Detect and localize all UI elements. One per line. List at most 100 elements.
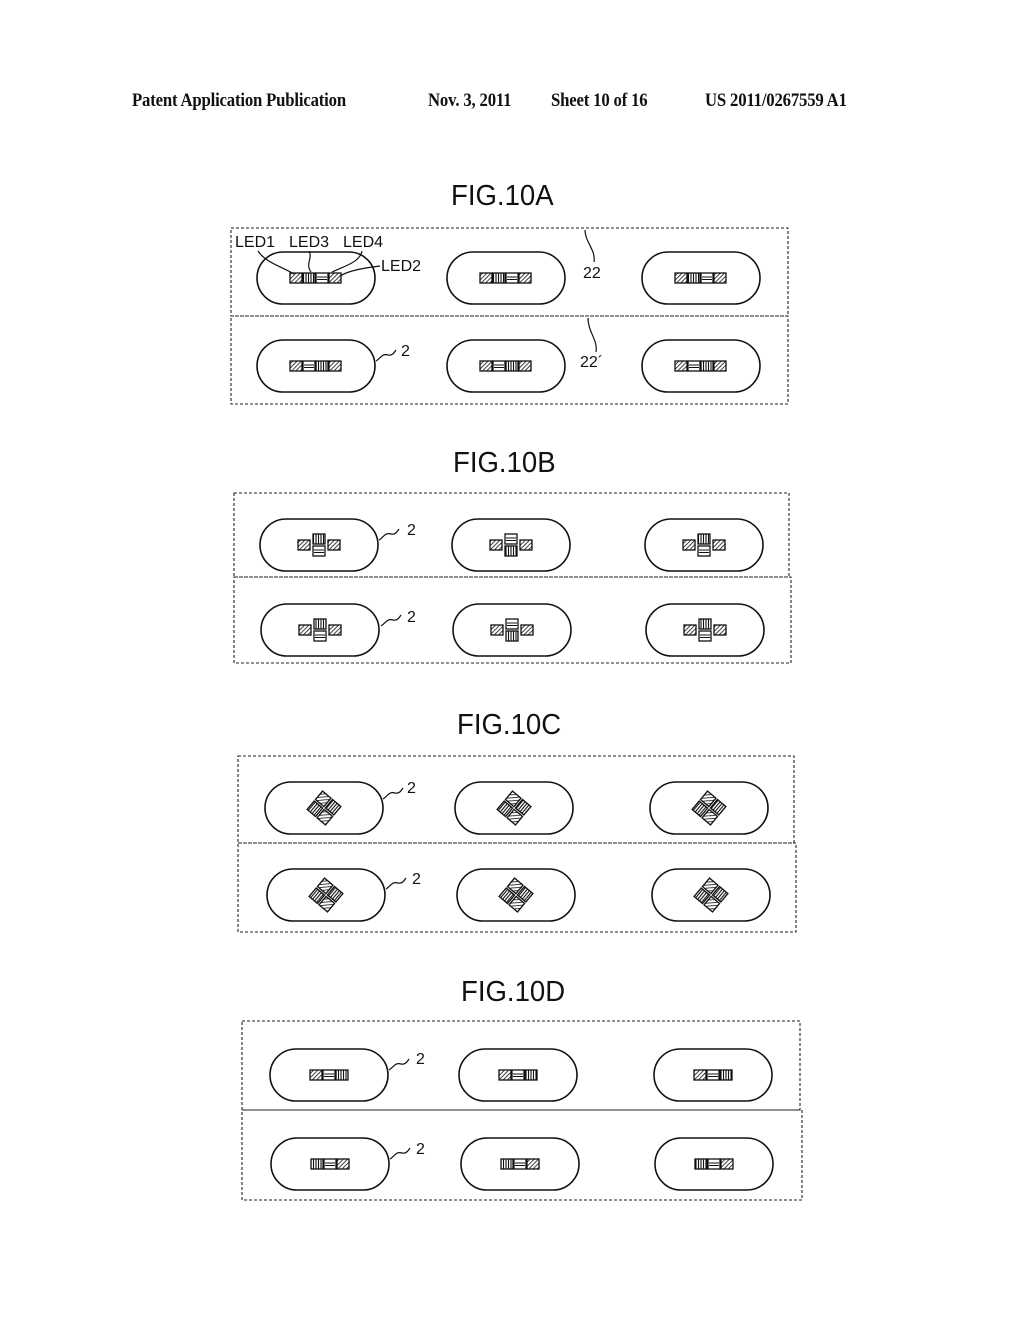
led-left-body (683, 624, 697, 636)
led-0 (498, 1069, 512, 1081)
led-group-fig2-row1-1 (498, 877, 534, 913)
led-led1-body (479, 272, 493, 284)
led-led1-body (674, 272, 688, 284)
led-left-body (297, 539, 311, 551)
led-right-body (520, 624, 534, 636)
led-0-body (693, 1069, 707, 1081)
led-0 (694, 1158, 708, 1170)
led-led3-body (687, 272, 701, 284)
led-2-body (524, 1069, 538, 1081)
led-led3-body (505, 360, 519, 372)
led-bottom (313, 630, 327, 642)
led-0 (500, 1158, 514, 1170)
led-bottom (504, 545, 518, 557)
led-led2 (328, 360, 342, 372)
led-right-body (519, 539, 533, 551)
led-1 (322, 1069, 336, 1081)
led-2 (335, 1069, 349, 1081)
led-left-body (490, 624, 504, 636)
led-2 (526, 1158, 540, 1170)
led-group-fig1-row1-1 (490, 618, 534, 642)
leader-2-10c-bottom (385, 877, 407, 890)
led-led4 (492, 360, 506, 372)
led-bottom-body (312, 545, 326, 557)
frame-fig0-row1 (230, 315, 789, 405)
pod-fig2-row0-1 (454, 781, 574, 835)
led-0-body (694, 1158, 708, 1170)
led-group-fig2-row0-0 (306, 790, 342, 826)
led-led2-body (713, 360, 727, 372)
label-ref-22-prime: 22´ (580, 354, 603, 371)
led-1 (707, 1158, 721, 1170)
led-led4 (302, 360, 316, 372)
patent-drawing: LED1 LED3 LED4 LED2 22 22´ 2 2 2 2 2 2 2 (230, 227, 803, 1201)
led-1-body (511, 1069, 525, 1081)
led-group-fig0-row0-0 (289, 272, 342, 284)
led-led1-body (289, 272, 303, 284)
leds-group (289, 272, 734, 1170)
led-top-body (698, 618, 712, 630)
leader-2-10d-bottom (389, 1147, 411, 1160)
led-left (683, 624, 697, 636)
frame-fig3-row0 (241, 1020, 801, 1111)
led-led4 (315, 272, 329, 284)
led-top (697, 533, 711, 545)
led-led4-body (492, 360, 506, 372)
led-1 (323, 1158, 337, 1170)
led-left (489, 539, 503, 551)
led-0-body (309, 1069, 323, 1081)
led-1 (706, 1069, 720, 1081)
led-cluster (496, 790, 532, 826)
led-left (298, 624, 312, 636)
led-2-body (335, 1069, 349, 1081)
leader-2-10b-top (378, 528, 400, 541)
led-led4-body (700, 272, 714, 284)
led-group-fig0-row1-1 (479, 360, 532, 372)
led-led3-body (700, 360, 714, 372)
led-right (328, 624, 342, 636)
pod-fig2-row0-2 (649, 781, 769, 835)
leader-22 (584, 229, 595, 263)
led-group-fig3-row0-1 (498, 1069, 538, 1081)
led-group-fig3-row0-0 (309, 1069, 349, 1081)
label-led4: LED4 (343, 234, 383, 251)
led-1-body (513, 1158, 527, 1170)
led-group-fig2-row1-2 (693, 877, 729, 913)
led-1-body (706, 1069, 720, 1081)
led-bottom-body (697, 545, 711, 557)
led-bottom (697, 545, 711, 557)
label-ref-2-10d-top: 2 (416, 1051, 425, 1068)
leader-2-10a (375, 349, 397, 362)
led-top (504, 533, 518, 545)
led-group-fig3-row1-0 (310, 1158, 350, 1170)
led-group-fig0-row0-1 (479, 272, 532, 284)
led-bottom-body (698, 630, 712, 642)
led-cluster (693, 877, 729, 913)
led-0-body (500, 1158, 514, 1170)
led-top (312, 533, 326, 545)
led-group-fig0-row0-2 (674, 272, 727, 284)
led-led3 (687, 272, 701, 284)
label-ref-2-10c-bottom: 2 (412, 871, 421, 888)
led-group-fig1-row1-2 (683, 618, 727, 642)
label-ref-2-10b-bottom: 2 (407, 609, 416, 626)
led-group-fig1-row1-0 (298, 618, 342, 642)
led-bottom (312, 545, 326, 557)
led-1-body (707, 1158, 721, 1170)
led-group-fig0-row1-2 (674, 360, 727, 372)
led-right (712, 539, 726, 551)
led-led3 (492, 272, 506, 284)
led-group-fig3-row0-2 (693, 1069, 733, 1081)
led-led2-body (518, 272, 532, 284)
led-left (490, 624, 504, 636)
led-led1 (479, 272, 493, 284)
led-left-body (298, 624, 312, 636)
led-2-body (719, 1069, 733, 1081)
pods-group (256, 251, 774, 1191)
led-led2-body (518, 360, 532, 372)
led-led4-body (687, 360, 701, 372)
led-led2 (518, 272, 532, 284)
led-cluster (691, 790, 727, 826)
pod-fig2-row1-1 (456, 868, 576, 922)
led-led2-body (713, 272, 727, 284)
